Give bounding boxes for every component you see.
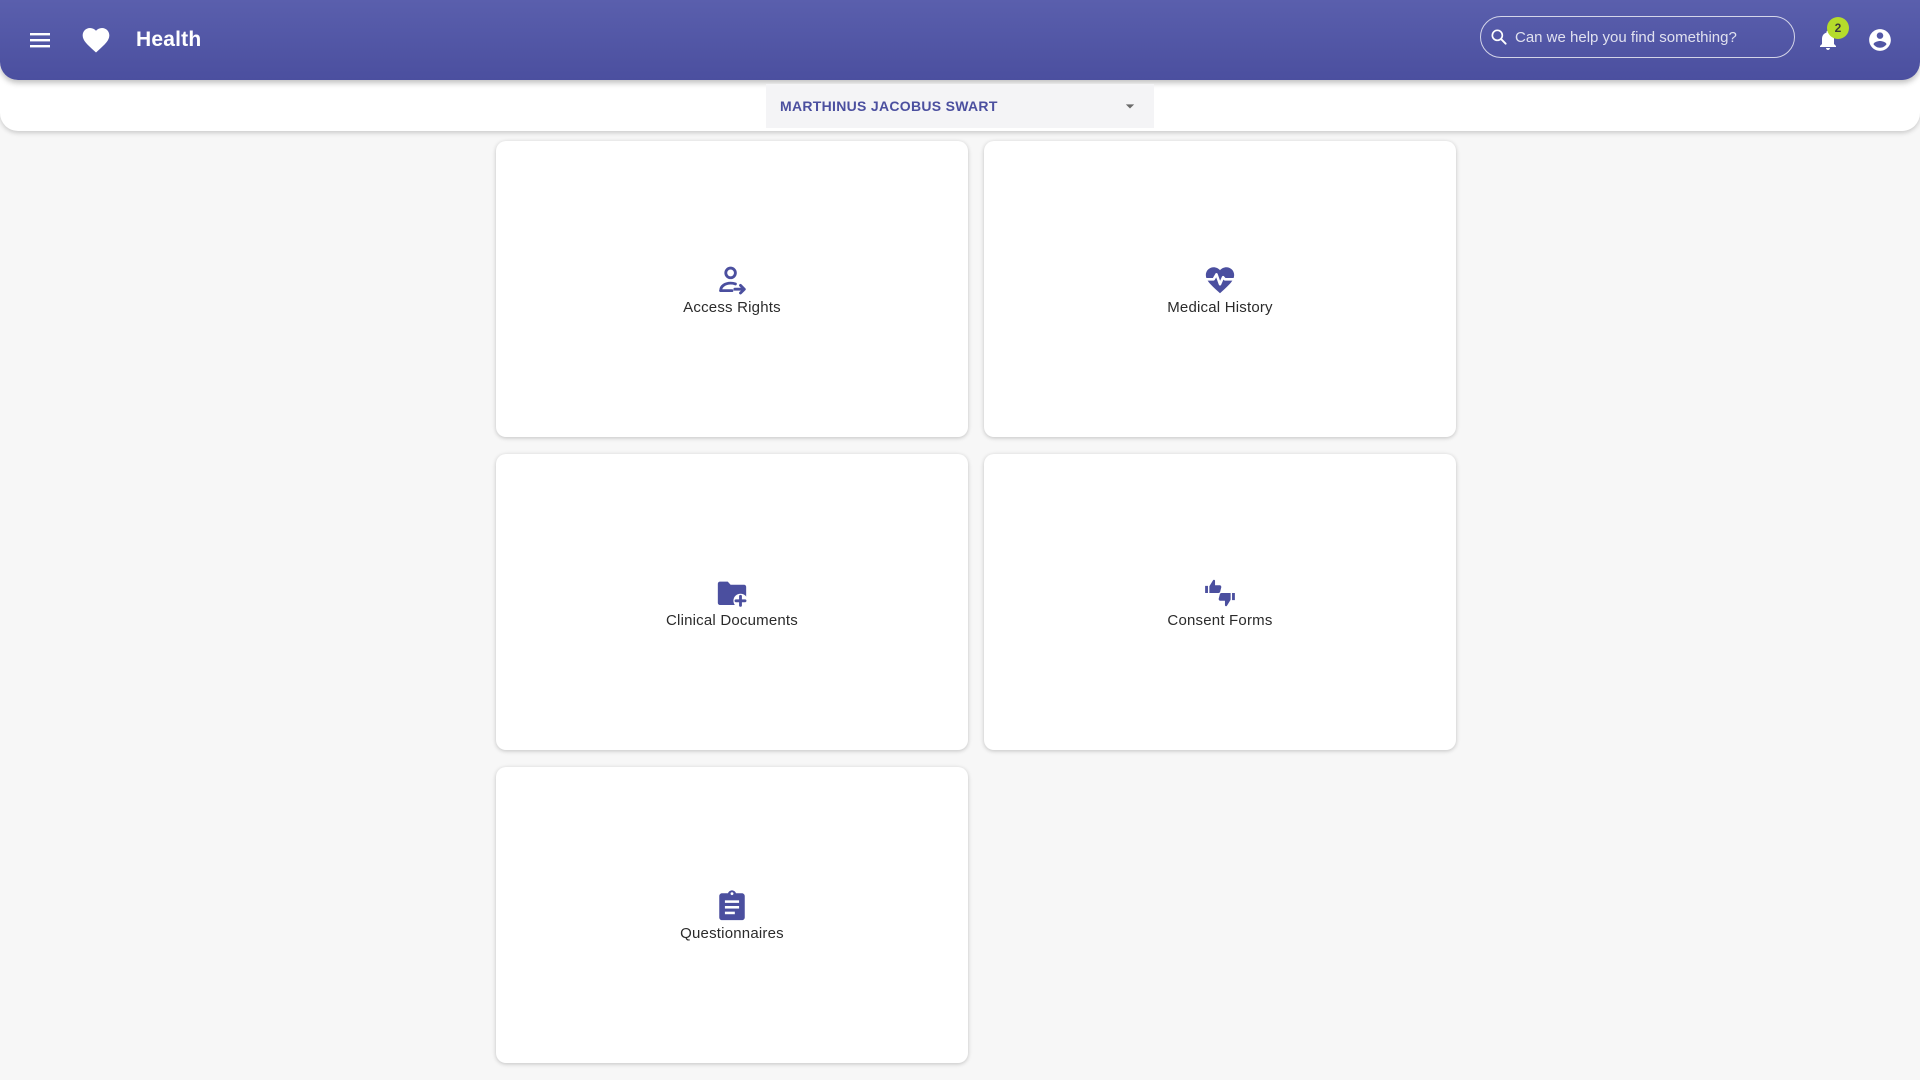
top-toolbar: Health 2 — [0, 0, 1920, 80]
person-arrow-icon — [719, 266, 746, 294]
heart-logo-icon — [82, 28, 110, 53]
menu-button[interactable] — [22, 24, 58, 56]
card-medical-history[interactable]: Medical History — [984, 141, 1456, 437]
card-label: Access Rights — [683, 298, 781, 316]
app-title: Health — [136, 28, 202, 51]
search-icon — [1491, 29, 1507, 45]
card-label: Medical History — [1167, 298, 1273, 316]
account-circle-icon — [1869, 29, 1891, 51]
thumbs-up-down-icon — [1205, 579, 1235, 606]
card-label: Clinical Documents — [666, 611, 798, 629]
clipboard-list-icon — [719, 889, 745, 920]
search-box[interactable] — [1480, 16, 1795, 58]
card-clinical-documents[interactable]: Clinical Documents — [496, 454, 968, 750]
hamburger-menu-icon — [30, 33, 50, 48]
app-header: Health 2 MARTHINUS JACOBUS SWART — [0, 0, 1920, 131]
card-label: Consent Forms — [1167, 611, 1273, 629]
card-label: Questionnaires — [680, 924, 784, 942]
card-access-rights[interactable]: Access Rights — [496, 141, 968, 437]
card-questionnaires[interactable]: Questionnaires — [496, 767, 968, 1063]
search-input[interactable] — [1513, 18, 1794, 56]
folder-plus-icon — [717, 581, 748, 608]
dropdown-arrow-icon — [1125, 104, 1135, 109]
selected-patient-name: MARTHINUS JACOBUS SWART — [780, 98, 998, 114]
account-button[interactable] — [1864, 24, 1896, 56]
heart-pulse-icon — [1205, 266, 1235, 293]
notification-count-badge: 2 — [1827, 17, 1849, 39]
patient-selector[interactable]: MARTHINUS JACOBUS SWART — [766, 84, 1154, 128]
card-consent-forms[interactable]: Consent Forms — [984, 454, 1456, 750]
